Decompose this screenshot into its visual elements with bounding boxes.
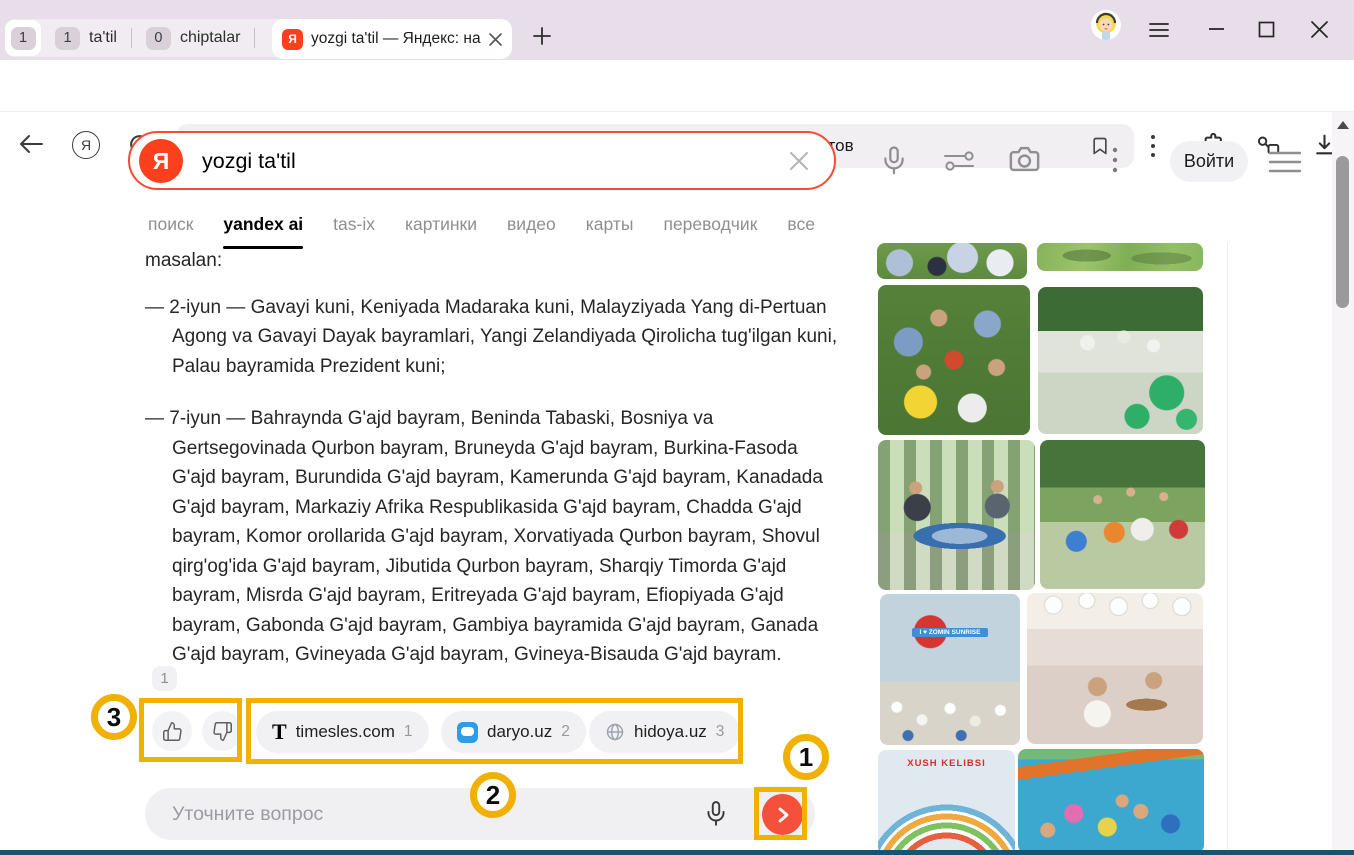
followup-bar bbox=[145, 788, 815, 840]
all-tabs-count: 1 bbox=[11, 27, 36, 50]
new-tab-button[interactable] bbox=[532, 26, 552, 46]
thumbnail-kids-swimming-pool[interactable] bbox=[1018, 749, 1204, 853]
annotation-marker-3: 3 bbox=[91, 694, 137, 740]
voice-search-mic-icon[interactable] bbox=[879, 145, 909, 177]
thumbnail-kids-hands-raised[interactable] bbox=[1040, 440, 1205, 589]
thumbs-up-icon bbox=[162, 721, 183, 742]
search-filters-icon[interactable] bbox=[942, 148, 976, 174]
source-chip-timesles[interactable]: T timesles.com 1 bbox=[256, 711, 429, 753]
thumbnail-xush-kelibsiz-arch[interactable]: XUSH KELIBSI bbox=[878, 750, 1015, 855]
tab-tas-ix[interactable]: tas-ix bbox=[333, 214, 375, 244]
annotation-marker-1: 1 bbox=[783, 734, 829, 780]
globe-icon bbox=[605, 722, 625, 742]
tab-group-count: 1 bbox=[55, 27, 80, 50]
tab-all[interactable]: все bbox=[787, 214, 815, 244]
tab-maps[interactable]: карты bbox=[586, 214, 634, 244]
answer-intro: masalan: bbox=[145, 246, 839, 276]
tab-yandex-ai[interactable]: yandex ai bbox=[223, 214, 303, 244]
close-tab-icon[interactable] bbox=[489, 33, 502, 46]
thumbnail-zomin-heart-arch[interactable]: I ♥ ZOMIN SUNRISE bbox=[880, 594, 1020, 745]
tab-group-chiptalar[interactable]: 0 chiptalar bbox=[142, 27, 244, 50]
window-minimize-icon[interactable] bbox=[1208, 27, 1225, 31]
tab-translator[interactable]: переводчик bbox=[663, 214, 757, 244]
thumbnail-grass-partial[interactable] bbox=[1037, 243, 1203, 271]
source-chip-daryo[interactable]: daryo.uz 2 bbox=[441, 711, 586, 753]
tab-search[interactable]: поиск bbox=[148, 214, 193, 244]
back-icon[interactable] bbox=[18, 133, 44, 155]
tab-title: yozgi ta'til — Яндекс: на bbox=[311, 30, 481, 48]
header-hamburger-icon[interactable] bbox=[1268, 150, 1302, 174]
window-bottom-edge bbox=[0, 850, 1354, 855]
yandex-logo-icon: Я bbox=[139, 139, 183, 183]
login-button[interactable]: Войти bbox=[1170, 141, 1248, 182]
citation-badge[interactable]: 1 bbox=[152, 666, 177, 691]
browser-toolbar: Я yandex.uz yozgi ta'til — Яндекс: нашло… bbox=[0, 60, 1354, 112]
divider bbox=[131, 28, 132, 48]
thumbnail-kids-checkers-indoor[interactable] bbox=[1027, 593, 1203, 744]
window-menu-icon[interactable] bbox=[1148, 21, 1170, 39]
page-scrollbar-thumb[interactable] bbox=[1336, 156, 1349, 308]
xush-banner-text: XUSH KELIBSI bbox=[878, 758, 1015, 769]
tab-group-count: 0 bbox=[146, 27, 171, 50]
browser-window: { "glyphs": { "ya": "Я", "timesles": "T"… bbox=[0, 0, 1354, 855]
tab-video[interactable]: видео bbox=[507, 214, 556, 244]
thumbnail-kids-blue-shirts-partial[interactable] bbox=[877, 243, 1027, 279]
crowd bbox=[880, 682, 1020, 745]
thumbs-down-button[interactable] bbox=[202, 711, 242, 751]
more-menu-icon[interactable] bbox=[1150, 134, 1156, 158]
profile-avatar[interactable] bbox=[1091, 10, 1121, 40]
tab-group-label: ta'til bbox=[89, 29, 117, 47]
thumbs-up-button[interactable] bbox=[152, 711, 192, 751]
thumbnail-kids-green-balloons[interactable] bbox=[1038, 287, 1203, 434]
tab-groups-panel: 1 1 ta'til 0 chiptalar bbox=[5, 19, 299, 57]
scrollbar-up-arrow[interactable] bbox=[1337, 121, 1349, 129]
timesles-logo-icon: T bbox=[272, 721, 287, 743]
bookmark-icon[interactable] bbox=[1090, 134, 1110, 158]
browser-titlebar: 1 1 ta'til 0 chiptalar Я yozgi ta'til — … bbox=[0, 0, 1354, 60]
all-tabs-button[interactable]: 1 bbox=[5, 20, 41, 56]
search-service-tabs: поиск yandex ai tas-ix картинки видео ка… bbox=[148, 214, 815, 244]
window-close-icon[interactable] bbox=[1311, 21, 1328, 38]
source-chip-hidoya[interactable]: hidoya.uz 3 bbox=[589, 711, 740, 753]
yandex-favicon-icon: Я bbox=[282, 29, 303, 50]
search-input[interactable] bbox=[202, 146, 762, 176]
followup-mic-icon[interactable] bbox=[703, 800, 729, 828]
ai-answer: masalan: — 2-iyun — Gavayi kuni, Keniyad… bbox=[145, 246, 839, 693]
followup-question-input[interactable] bbox=[172, 799, 672, 829]
image-search-camera-icon[interactable] bbox=[1008, 144, 1041, 174]
yandex-home-icon[interactable]: Я bbox=[72, 131, 100, 159]
tab-images[interactable]: картинки bbox=[405, 214, 477, 244]
active-tab[interactable]: Я yozgi ta'til — Яндекс: на bbox=[272, 19, 512, 59]
search-box[interactable]: Я bbox=[128, 131, 836, 190]
clear-search-icon[interactable] bbox=[788, 150, 810, 172]
answer-item: — 7-iyun — Bahraynda G'ajd bayram, Benin… bbox=[145, 404, 839, 670]
sidebar-divider bbox=[1227, 243, 1228, 850]
header-more-icon[interactable] bbox=[1112, 146, 1118, 174]
send-chevron-icon bbox=[775, 806, 791, 824]
thumbs-down-icon bbox=[212, 721, 233, 742]
zomin-banner-text: I ♥ ZOMIN SUNRISE bbox=[912, 628, 988, 637]
thumbnail-kids-circle-on-grass[interactable] bbox=[878, 285, 1030, 435]
answer-item: — 2-iyun — Gavayi kuni, Keniyada Madarak… bbox=[145, 293, 839, 382]
window-maximize-icon[interactable] bbox=[1258, 21, 1275, 38]
thumbnail-kids-playing-chess[interactable] bbox=[878, 440, 1035, 590]
tab-group-label: chiptalar bbox=[180, 29, 240, 47]
tab-group-tatil[interactable]: 1 ta'til bbox=[51, 27, 121, 50]
divider bbox=[254, 28, 255, 48]
send-question-button[interactable] bbox=[762, 794, 803, 835]
daryo-logo-icon bbox=[457, 722, 478, 743]
